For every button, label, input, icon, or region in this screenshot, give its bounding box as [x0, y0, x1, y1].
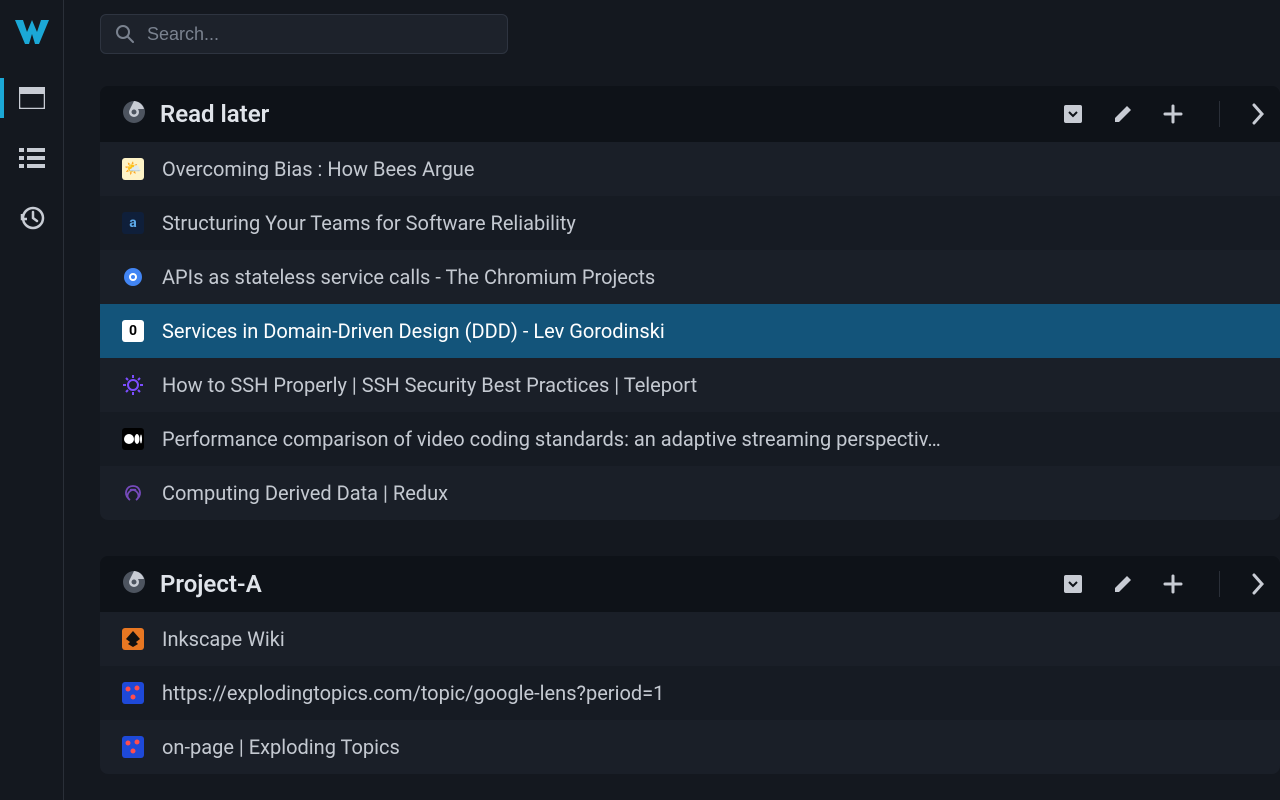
favicon: [122, 374, 144, 396]
item-label: Inkscape Wiki: [162, 627, 285, 651]
favicon: [122, 736, 144, 758]
sidebar-nav-history[interactable]: [0, 192, 64, 244]
favicon: 🌤️: [122, 158, 144, 180]
item-label: Structuring Your Teams for Software Reli…: [162, 211, 576, 235]
list-item[interactable]: How to SSH Properly | SSH Security Best …: [100, 358, 1280, 412]
tab-group: Read later 🌤️ Overcoming Bias : How Bees …: [100, 86, 1280, 520]
item-label: Computing Derived Data | Redux: [162, 481, 448, 505]
item-label: APIs as stateless service calls - The Ch…: [162, 265, 655, 289]
archive-button[interactable]: [1063, 574, 1083, 594]
sidebar-nav-list[interactable]: [0, 132, 64, 184]
favicon: [122, 266, 144, 288]
sidebar-nav-windows[interactable]: [0, 72, 64, 124]
item-label: https://explodingtopics.com/topic/google…: [162, 681, 664, 705]
favicon: [122, 482, 144, 504]
list-item[interactable]: Performance comparison of video coding s…: [100, 412, 1280, 466]
list-item[interactable]: on-page | Exploding Topics: [100, 720, 1280, 774]
list-item[interactable]: Computing Derived Data | Redux: [100, 466, 1280, 520]
item-label: Overcoming Bias : How Bees Argue: [162, 157, 474, 181]
search-bar: [64, 0, 1280, 68]
list-item[interactable]: APIs as stateless service calls - The Ch…: [100, 250, 1280, 304]
item-label: Services in Domain-Driven Design (DDD) -…: [162, 319, 665, 343]
favicon: [122, 628, 144, 650]
favicon: 0: [122, 320, 144, 342]
content-area: Read later 🌤️ Overcoming Bias : How Bees …: [64, 68, 1280, 800]
group-header: Read later: [100, 86, 1280, 142]
separator: [1219, 101, 1220, 127]
edit-button[interactable]: [1113, 104, 1133, 124]
sidebar: [0, 0, 64, 800]
search-icon: [115, 24, 135, 44]
chrome-icon: [122, 570, 146, 598]
list-item[interactable]: Inkscape Wiki: [100, 612, 1280, 666]
group-actions: [1063, 101, 1264, 127]
favicon: a: [122, 212, 144, 234]
item-label: on-page | Exploding Topics: [162, 735, 400, 759]
list-item[interactable]: https://explodingtopics.com/topic/google…: [100, 666, 1280, 720]
expand-button[interactable]: [1250, 573, 1264, 595]
list-item[interactable]: 0 Services in Domain-Driven Design (DDD) …: [100, 304, 1280, 358]
list-item[interactable]: 🌤️ Overcoming Bias : How Bees Argue: [100, 142, 1280, 196]
expand-button[interactable]: [1250, 103, 1264, 125]
item-label: Performance comparison of video coding s…: [162, 427, 941, 451]
separator: [1219, 571, 1220, 597]
main-panel: Read later 🌤️ Overcoming Bias : How Bees …: [64, 0, 1280, 800]
group-actions: [1063, 571, 1264, 597]
add-button[interactable]: [1163, 104, 1183, 124]
app-logo: [14, 16, 50, 52]
item-label: How to SSH Properly | SSH Security Best …: [162, 373, 697, 397]
group-title: Project-A: [160, 570, 1063, 598]
search-input-wrapper[interactable]: [100, 14, 508, 54]
favicon: [122, 682, 144, 704]
group-title: Read later: [160, 100, 1063, 128]
group-header: Project-A: [100, 556, 1280, 612]
add-button[interactable]: [1163, 574, 1183, 594]
tab-group: Project-A Inkscape Wiki https://exploding…: [100, 556, 1280, 774]
archive-button[interactable]: [1063, 104, 1083, 124]
list-item[interactable]: a Structuring Your Teams for Software Rel…: [100, 196, 1280, 250]
group-items: Inkscape Wiki https://explodingtopics.com…: [100, 612, 1280, 774]
group-items: 🌤️ Overcoming Bias : How Bees Argue a Struc…: [100, 142, 1280, 520]
chrome-icon: [122, 100, 146, 128]
search-input[interactable]: [147, 24, 493, 45]
favicon: [122, 428, 144, 450]
edit-button[interactable]: [1113, 574, 1133, 594]
